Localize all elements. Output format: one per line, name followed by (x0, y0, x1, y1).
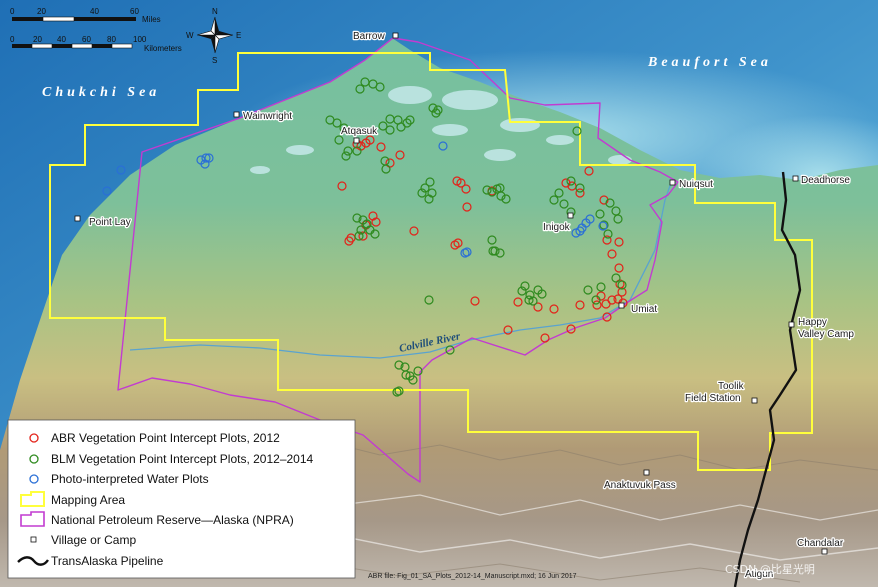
label-beaufort-sea: Beaufort Sea (647, 55, 772, 70)
scale-km-unit: Kilometers (144, 44, 182, 53)
label-chukchi-sea: Chukchi Sea (42, 85, 160, 100)
scale-miles-tick-60: 60 (130, 7, 139, 16)
west-label: W (186, 31, 194, 40)
legend-abr-label: ABR Vegetation Point Intercept Plots, 20… (51, 431, 280, 445)
map-legend: ABR Vegetation Point Intercept Plots, 20… (7, 419, 356, 579)
village-atqasuk-marker (353, 137, 360, 144)
village-point-lay-marker (74, 215, 81, 222)
village-barrow-marker (392, 32, 399, 39)
north-label: N (212, 7, 218, 16)
map-credit: ABR file: Fig_01_SA_Plots_2012-14_Manusc… (368, 573, 577, 580)
legend-mapping-area-label: Mapping Area (51, 493, 125, 507)
scale-miles-tick-20: 20 (37, 7, 46, 16)
scale-km-tick-80: 80 (107, 35, 116, 44)
east-label: E (236, 31, 241, 40)
scale-km-tick-100: 100 (133, 35, 147, 44)
scale-miles-tick-0: 0 (10, 7, 15, 16)
south-label: S (212, 56, 217, 65)
legend-blm-label: BLM Vegetation Point Intercept Plots, 20… (51, 452, 314, 466)
label-point-lay: Point Lay (89, 217, 131, 228)
label-barrow: Barrow (353, 31, 385, 42)
village-wainwright-marker (233, 111, 240, 118)
watermark: CSDN @比星光明 (725, 562, 815, 576)
label-anaktuvuk-pass: Anaktuvuk Pass (604, 480, 676, 491)
label-toolik-2: Field Station (685, 393, 741, 404)
study-area-map: Barrow Wainwright Atqasuk Nuiqsut Deadho… (0, 0, 878, 587)
village-nuiqsut-marker (669, 179, 676, 186)
village-deadhorse-marker (792, 175, 799, 182)
village-toolik-marker (751, 397, 758, 404)
village-happy-valley-marker (788, 321, 795, 328)
legend-village-label: Village or Camp (51, 533, 136, 547)
label-atqasuk: Atqasuk (341, 126, 378, 137)
label-deadhorse: Deadhorse (801, 175, 850, 186)
scale-km-tick-20: 20 (33, 35, 42, 44)
label-nuiqsut: Nuiqsut (679, 179, 713, 190)
label-umiat: Umiat (631, 304, 657, 315)
village-inigok-marker (567, 212, 574, 219)
village-anaktuvuk-marker (643, 469, 650, 476)
label-happy-valley-1: Happy (798, 317, 827, 328)
legend-water-label: Photo-interpreted Water Plots (51, 472, 209, 486)
label-wainwright: Wainwright (243, 111, 292, 122)
label-chandalar: Chandalar (797, 538, 844, 549)
label-happy-valley-2: Valley Camp (798, 329, 854, 340)
label-inigok: Inigok (543, 222, 571, 233)
legend-pipeline-label: TransAlaska Pipeline (51, 554, 164, 568)
scale-miles-tick-40: 40 (90, 7, 99, 16)
village-umiat-marker (618, 302, 625, 309)
scale-km-tick-0: 0 (10, 35, 15, 44)
scale-bar: 0 20 40 60 Miles 0 20 40 60 80 100 Kilom… (10, 7, 182, 53)
village-chandalar-marker (821, 548, 828, 555)
label-toolik-1: Toolik (718, 381, 745, 392)
legend-village-symbol (30, 536, 37, 543)
legend-npra-label: National Petroleum Reserve—Alaska (NPRA) (51, 513, 294, 527)
scale-miles-unit: Miles (142, 15, 161, 24)
scale-km-tick-60: 60 (82, 35, 91, 44)
scale-km-tick-40: 40 (57, 35, 66, 44)
